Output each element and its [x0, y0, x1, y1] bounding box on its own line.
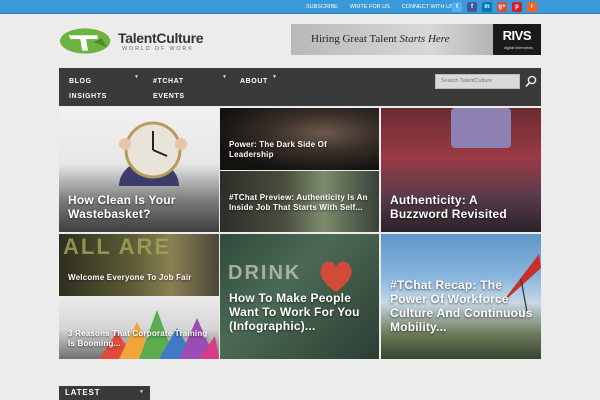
banner-text: Hiring Great Talent Starts Here — [311, 33, 450, 45]
twitter-icon[interactable]: t — [452, 2, 462, 12]
shirt-image — [451, 108, 511, 148]
article-tile[interactable]: ALL ARE Welcome Everyone To Job Fair — [59, 234, 219, 296]
chevron-down-icon[interactable]: ▼ — [222, 74, 227, 80]
article-title[interactable]: #TChat Recap: The Power Of Workforce Cul… — [390, 278, 535, 334]
heart-image — [320, 261, 352, 292]
nav-item-blog-line2: INSIGHTS — [69, 93, 107, 100]
logo-text[interactable]: TalentCulture — [118, 30, 204, 46]
banner-brand: RIVS — [502, 28, 532, 43]
article-title[interactable]: How To Make People Want To Work For You … — [229, 291, 369, 333]
article-title[interactable]: Authenticity: A Buzzword Revisited — [390, 193, 530, 221]
chevron-down-icon[interactable]: ▼ — [272, 74, 277, 80]
nav-item-tchat[interactable]: #TCHAT EVENTS — [153, 74, 185, 104]
subscribe-link[interactable]: SUBSCRIBE — [306, 2, 338, 12]
logo-tagline: WORLD OF WORK — [122, 46, 194, 52]
banner-text-plain: Hiring Great Talent — [311, 33, 400, 45]
article-title[interactable]: How Clean Is Your Wastebasket? — [68, 193, 208, 221]
article-title[interactable]: Welcome Everyone To Job Fair — [68, 273, 218, 283]
nav-item-blog-line1: BLOG — [69, 78, 92, 85]
pinterest-icon[interactable]: p — [512, 2, 522, 12]
article-tile[interactable]: 3 Reasons That Corporate Training Is Boo… — [59, 298, 219, 359]
article-tile[interactable]: #TChat Recap: The Power Of Workforce Cul… — [381, 234, 541, 359]
latest-tab[interactable]: LATEST ▼ — [59, 386, 150, 400]
top-links: SUBSCRIBE WRITE FOR US CONNECT WITH US — [306, 2, 454, 12]
social-icons: t f in g+ p r — [452, 2, 537, 12]
banner-text-italic: Starts Here — [399, 33, 450, 45]
chevron-down-icon[interactable]: ▼ — [134, 74, 139, 80]
banner-brand-sub: digital interviews — [503, 45, 533, 50]
article-tile[interactable]: Power: The Dark Side Of Leadership — [220, 108, 379, 170]
write-for-us-link[interactable]: WRITE FOR US — [350, 2, 390, 12]
article-title[interactable]: 3 Reasons That Corporate Training Is Boo… — [68, 329, 208, 349]
nav-item-about-line1: ABOUT — [240, 78, 268, 85]
chevron-down-icon: ▼ — [139, 389, 144, 395]
article-tile[interactable]: DRINK How To Make People Want To Work Fo… — [220, 234, 379, 359]
search-input[interactable]: Search TalentCulture — [435, 74, 520, 89]
latest-tab-label: LATEST — [65, 388, 101, 397]
article-tile[interactable]: Authenticity: A Buzzword Revisited — [381, 108, 541, 232]
connect-with-us-label: CONNECT WITH US — [401, 4, 454, 10]
rss-icon[interactable]: r — [527, 2, 537, 12]
article-tile[interactable]: How Clean Is Your Wastebasket? — [59, 108, 219, 232]
nav-item-about[interactable]: ABOUT — [240, 74, 268, 89]
search-icon[interactable] — [525, 75, 537, 88]
clock-image — [119, 121, 187, 186]
nav-item-tchat-line1: #TCHAT — [153, 78, 184, 85]
article-tile[interactable]: #TChat Preview: Authenticity Is An Insid… — [220, 171, 379, 232]
google-plus-icon[interactable]: g+ — [497, 2, 507, 12]
nav-item-tchat-line2: EVENTS — [153, 93, 185, 100]
nav-item-blog[interactable]: BLOG INSIGHTS — [69, 74, 107, 104]
background-lettering: DRINK — [228, 262, 302, 284]
talentculture-logo-icon[interactable] — [59, 26, 117, 56]
article-title[interactable]: Power: The Dark Side Of Leadership — [229, 140, 359, 160]
facebook-icon[interactable]: f — [467, 2, 477, 12]
background-lettering: ALL ARE — [63, 234, 172, 259]
ad-banner[interactable]: Hiring Great Talent Starts Here RIVS dig… — [291, 24, 541, 55]
linkedin-icon[interactable]: in — [482, 2, 492, 12]
article-title[interactable]: #TChat Preview: Authenticity Is An Insid… — [229, 193, 369, 213]
